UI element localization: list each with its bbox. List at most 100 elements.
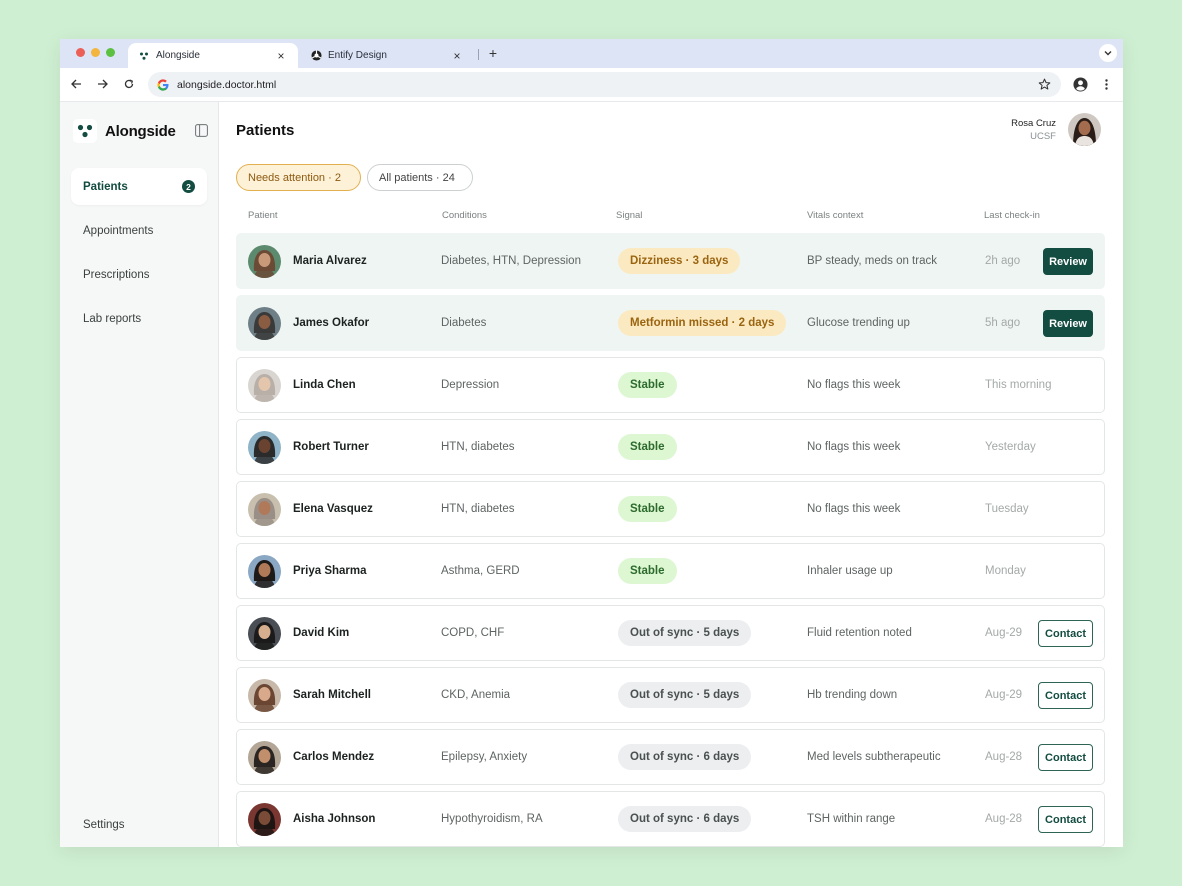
address-bar[interactable]: alongside.doctor.html (148, 72, 1061, 97)
patient-name[interactable]: James Okafor (293, 296, 369, 350)
review-button[interactable]: Review (1043, 310, 1093, 337)
last-checkin: 5h ago (985, 317, 1021, 329)
avatar (248, 741, 281, 774)
signal-badge: Metformin missed · 2 days (618, 310, 787, 336)
vitals-context: Med levels subtherapeutic (807, 751, 941, 763)
signal-cell: Stable (618, 420, 677, 474)
maximize-window-button[interactable] (106, 48, 115, 57)
tab-title: Alongside (156, 50, 200, 61)
patient-name[interactable]: Sarah Mitchell (293, 668, 371, 722)
patient-name[interactable]: Elena Vasquez (293, 482, 373, 536)
alongside-favicon-icon (138, 50, 150, 62)
patient-name[interactable]: Maria Alvarez (293, 234, 367, 288)
table-row[interactable]: Carlos Mendez Epilepsy, Anxiety Out of syn… (236, 729, 1105, 785)
patient-name[interactable]: David Kim (293, 606, 349, 660)
signal-badge: Out of sync · 5 days (618, 620, 752, 646)
bookmark-star-icon[interactable] (1035, 75, 1053, 93)
signal-cell: Out of sync · 6 days (618, 792, 752, 846)
entify-favicon-icon (310, 50, 322, 62)
reload-icon[interactable] (121, 76, 137, 92)
url-text: alongside.doctor.html (177, 78, 277, 91)
tab-title: Entify Design (328, 50, 387, 61)
last-checkin: Monday (985, 565, 1026, 577)
avatar (248, 307, 281, 340)
patient-conditions: HTN, diabetes (441, 503, 515, 515)
signal-badge: Stable (618, 372, 677, 398)
vitals-context: Glucose trending up (807, 317, 910, 329)
patient-name[interactable]: Linda Chen (293, 358, 356, 412)
contact-button[interactable]: Contact (1038, 682, 1093, 709)
last-checkin: Yesterday (985, 441, 1036, 453)
column-header-last-checkin: Last check-in (984, 210, 1040, 221)
table-row[interactable]: Sarah Mitchell CKD, Anemia Out of sync · 5… (236, 667, 1105, 723)
signal-badge: Out of sync · 5 days (618, 682, 752, 708)
patient-conditions: Depression (441, 379, 500, 391)
sidebar: Alongside Patients 2 Appointments Prescr… (60, 102, 219, 847)
review-button[interactable]: Review (1043, 248, 1093, 275)
patient-name[interactable]: Robert Turner (293, 420, 369, 474)
tab-alongside[interactable]: Alongside × (128, 43, 298, 68)
new-tab-icon[interactable]: + (486, 45, 500, 61)
tab-entify-design[interactable]: Entify Design × (302, 43, 472, 68)
table-row[interactable]: Aisha Johnson Hypothyroidism, RA Out of sy… (236, 791, 1105, 847)
user-profile[interactable]: Rosa Cruz UCSF (1011, 113, 1101, 146)
contact-button[interactable]: Contact (1038, 620, 1093, 647)
signal-cell: Out of sync · 5 days (618, 606, 752, 660)
signal-badge: Stable (618, 434, 677, 460)
signal-cell: Stable (618, 544, 677, 598)
avatar (248, 555, 281, 588)
patient-conditions: COPD, CHF (441, 627, 505, 639)
table-row[interactable]: David Kim COPD, CHF Out of sync · 5 days Fl… (236, 605, 1105, 661)
sidebar-item-appointments[interactable]: Appointments (71, 212, 207, 249)
page-title: Patients (236, 122, 295, 139)
avatar (248, 245, 281, 278)
table-row[interactable]: James Okafor Diabetes Metformin missed · 2… (236, 295, 1105, 351)
table-row[interactable]: Linda Chen Depression Stable No flags this … (236, 357, 1105, 413)
sidebar-item-settings[interactable]: Settings (83, 819, 125, 831)
contact-button[interactable]: Contact (1038, 744, 1093, 771)
avatar (248, 431, 281, 464)
sidebar-item-label: Lab reports (83, 312, 142, 325)
signal-cell: Stable (618, 482, 677, 536)
table-row[interactable]: Elena Vasquez HTN, diabetes Stable No flags… (236, 481, 1105, 537)
browser-menu-icon[interactable] (1097, 75, 1115, 93)
close-tab-icon[interactable]: × (450, 49, 464, 63)
filter-all-patients[interactable]: All patients · 24 (367, 164, 473, 191)
signal-badge: Stable (618, 558, 677, 584)
table-row[interactable]: Maria Alvarez Diabetes, HTN, Depression Di… (236, 233, 1105, 289)
brand[interactable]: Alongside (73, 119, 176, 143)
close-window-button[interactable] (76, 48, 85, 57)
table-row[interactable]: Robert Turner HTN, diabetes Stable No flags… (236, 419, 1105, 475)
signal-badge: Out of sync · 6 days (618, 806, 752, 832)
contact-button[interactable]: Contact (1038, 806, 1093, 833)
back-arrow-icon[interactable] (68, 76, 84, 92)
filter-needs-attention[interactable]: Needs attention · 2 (236, 164, 361, 191)
patient-name[interactable]: Priya Sharma (293, 544, 367, 598)
signal-badge: Stable (618, 496, 677, 522)
sidebar-item-lab-reports[interactable]: Lab reports (71, 300, 207, 337)
sidebar-toggle-icon[interactable] (195, 124, 208, 137)
sidebar-item-label: Patients (83, 180, 128, 193)
patient-name[interactable]: Aisha Johnson (293, 792, 375, 846)
patient-name[interactable]: Carlos Mendez (293, 730, 374, 784)
patient-conditions: Diabetes (441, 317, 487, 329)
table-row[interactable]: Priya Sharma Asthma, GERD Stable Inhaler us… (236, 543, 1105, 599)
forward-arrow-icon[interactable] (94, 76, 110, 92)
sidebar-item-label: Appointments (83, 224, 154, 237)
last-checkin: Tuesday (985, 503, 1029, 515)
tab-search-icon[interactable] (1099, 44, 1117, 62)
avatar (248, 679, 281, 712)
last-checkin: This morning (985, 379, 1052, 391)
patient-conditions: Diabetes, HTN, Depression (441, 255, 581, 267)
last-checkin: Aug-28 (985, 751, 1023, 763)
vitals-context: Fluid retention noted (807, 627, 912, 639)
patient-conditions: Epilepsy, Anxiety (441, 751, 528, 763)
vitals-context: TSH within range (807, 813, 896, 825)
sidebar-item-label: Prescriptions (83, 268, 150, 281)
minimize-window-button[interactable] (91, 48, 100, 57)
close-tab-icon[interactable]: × (274, 49, 288, 63)
sidebar-item-patients[interactable]: Patients 2 (71, 168, 207, 205)
sidebar-item-prescriptions[interactable]: Prescriptions (71, 256, 207, 293)
profile-icon[interactable] (1071, 75, 1089, 93)
browser-toolbar: alongside.doctor.html (60, 68, 1123, 102)
